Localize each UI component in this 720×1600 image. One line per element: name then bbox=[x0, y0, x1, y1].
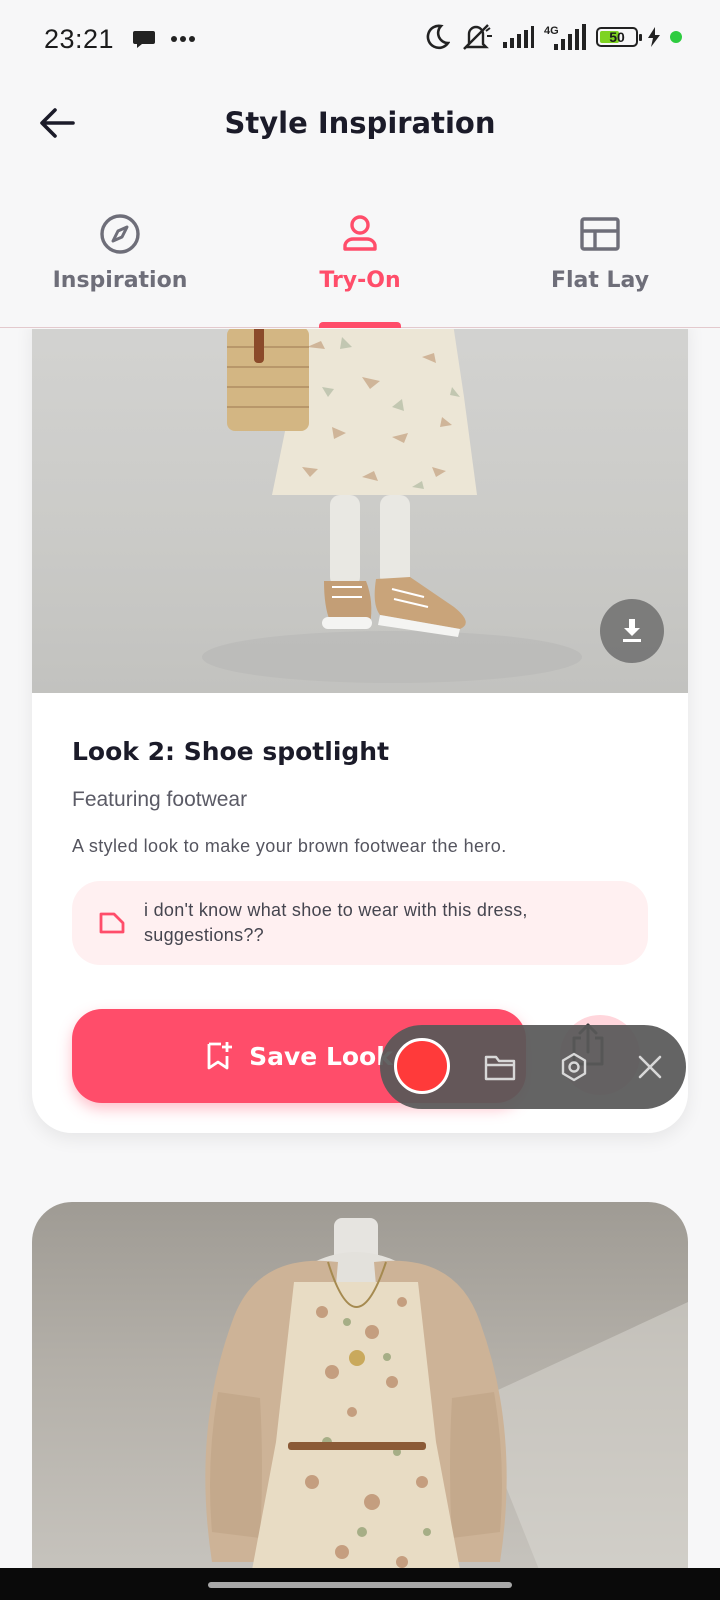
screen-recorder-toolbar bbox=[380, 1025, 686, 1109]
bookmark-add-icon bbox=[207, 1042, 233, 1070]
tab-bar: Inspiration Try-On Flat Lay bbox=[0, 190, 720, 328]
record-icon[interactable] bbox=[394, 1038, 450, 1094]
svg-text:4G: 4G bbox=[544, 25, 559, 37]
more-dots-icon bbox=[171, 36, 196, 42]
back-button[interactable] bbox=[34, 100, 80, 146]
look-list[interactable]: Look 2: Shoe spotlight Featuring footwea… bbox=[0, 329, 720, 1569]
compass-icon bbox=[100, 214, 140, 254]
look-title: Look 2: Shoe spotlight bbox=[72, 737, 390, 766]
system-navigation-bar bbox=[0, 1568, 720, 1600]
user-prompt-text: i don't know what shoe to wear with this… bbox=[144, 899, 528, 945]
home-handle[interactable] bbox=[208, 1582, 512, 1588]
person-icon bbox=[343, 215, 377, 251]
page-title: Style Inspiration bbox=[224, 106, 496, 140]
battery-icon: 50 bbox=[596, 27, 642, 47]
moon-icon bbox=[426, 24, 450, 50]
settings-icon[interactable] bbox=[556, 1049, 592, 1085]
look-description: A styled look to make your brown footwea… bbox=[72, 836, 507, 856]
signal-4g-icon: 4G bbox=[544, 24, 586, 50]
charging-icon bbox=[648, 27, 660, 47]
tab-label: Inspiration bbox=[52, 268, 188, 293]
tab-label: Try-On bbox=[319, 268, 401, 293]
look-subtitle: Featuring footwear bbox=[72, 788, 248, 811]
message-icon bbox=[133, 31, 156, 48]
status-bar: 23:21 4G 50 bbox=[0, 0, 720, 78]
tab-try-on[interactable]: Try-On bbox=[240, 190, 480, 328]
tab-flat-lay[interactable]: Flat Lay bbox=[480, 190, 720, 327]
download-icon bbox=[623, 619, 641, 642]
signal-icon bbox=[503, 26, 534, 48]
mute-icon bbox=[463, 24, 492, 50]
user-prompt-box: i don't know what shoe to wear with this… bbox=[72, 881, 648, 965]
look-card-image bbox=[32, 1202, 688, 1569]
layout-icon bbox=[580, 217, 620, 251]
folder-icon[interactable] bbox=[482, 1049, 518, 1085]
app-bar: Style Inspiration bbox=[0, 78, 720, 168]
download-button[interactable] bbox=[600, 599, 664, 663]
close-icon[interactable] bbox=[632, 1049, 668, 1085]
label-tag-icon bbox=[98, 911, 128, 935]
save-look-label: Save Look bbox=[249, 1041, 393, 1071]
active-tab-indicator bbox=[319, 322, 401, 328]
status-time: 23:21 bbox=[44, 23, 115, 54]
privacy-indicator bbox=[670, 31, 682, 43]
arrow-left-icon bbox=[40, 108, 75, 138]
look-card: Look 2: Shoe spotlight Featuring footwea… bbox=[32, 329, 688, 1133]
battery-level: 50 bbox=[609, 29, 625, 45]
tab-inspiration[interactable]: Inspiration bbox=[0, 190, 240, 327]
tab-label: Flat Lay bbox=[550, 268, 650, 293]
outfit-image bbox=[205, 1218, 688, 1569]
outfit-image bbox=[202, 329, 582, 683]
try-on-photo bbox=[32, 329, 688, 693]
